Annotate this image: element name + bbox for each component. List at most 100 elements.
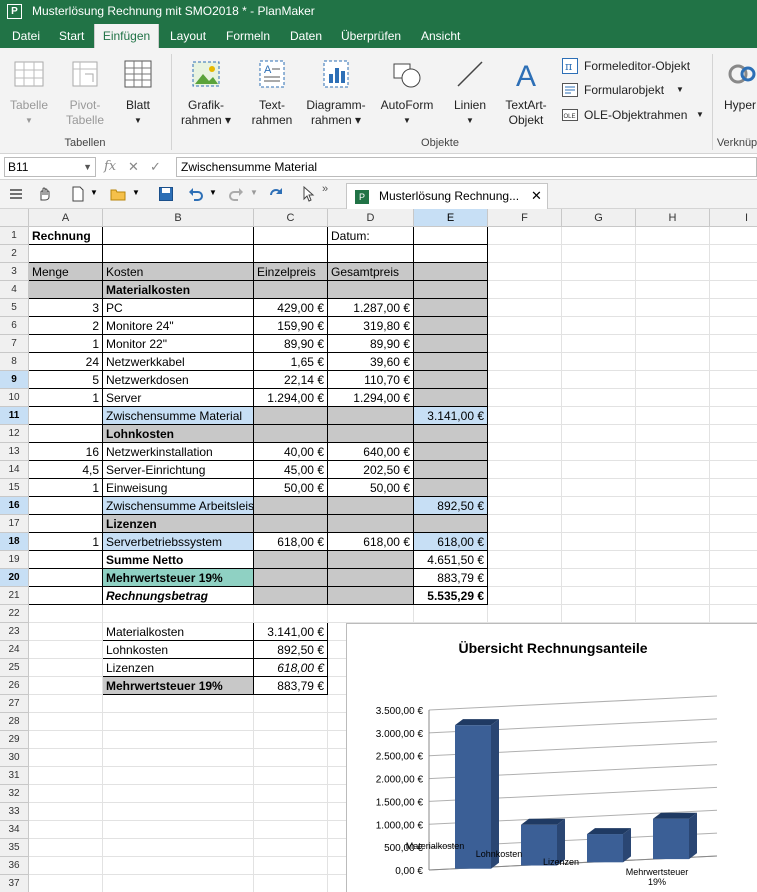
row-header[interactable]: 34 — [0, 821, 29, 839]
row-header[interactable]: 6 — [0, 317, 29, 335]
cell-f13[interactable] — [488, 443, 562, 461]
cell-f6[interactable] — [488, 317, 562, 335]
cancel-icon[interactable]: ✕ — [128, 157, 139, 177]
cell-c30[interactable] — [254, 749, 328, 767]
cell-i4[interactable] — [710, 281, 757, 299]
cell-b24[interactable]: Lohnkosten — [103, 641, 254, 659]
column-header-a[interactable]: A — [29, 209, 103, 227]
cell-a3[interactable]: Menge — [29, 263, 103, 281]
cell-a23[interactable] — [29, 623, 103, 641]
cell-i10[interactable] — [710, 389, 757, 407]
cell-g4[interactable] — [562, 281, 636, 299]
cell-g19[interactable] — [562, 551, 636, 569]
cell-g16[interactable] — [562, 497, 636, 515]
cell-i3[interactable] — [710, 263, 757, 281]
cell-g1[interactable] — [562, 227, 636, 245]
cell-c21[interactable] — [254, 587, 328, 605]
cell-b34[interactable] — [103, 821, 254, 839]
cell-a20[interactable] — [29, 569, 103, 587]
cell-g5[interactable] — [562, 299, 636, 317]
cell-c37[interactable] — [254, 875, 328, 892]
cell-g14[interactable] — [562, 461, 636, 479]
linien-button[interactable]: Linien ▼ — [446, 58, 494, 128]
cell-a18[interactable]: 1 — [29, 533, 103, 551]
cell-g8[interactable] — [562, 353, 636, 371]
cell-b13[interactable]: Netzwerkinstallation — [103, 443, 254, 461]
cell-b36[interactable] — [103, 857, 254, 875]
cell-b9[interactable]: Netzwerkdosen — [103, 371, 254, 389]
cell-e22[interactable] — [414, 605, 488, 623]
chart-object[interactable]: Übersicht Rechnungsanteile 0,00 €500,00 €… — [346, 623, 757, 892]
cell-h7[interactable] — [636, 335, 710, 353]
undo-icon[interactable] — [188, 186, 204, 202]
cell-f17[interactable] — [488, 515, 562, 533]
cell-g22[interactable] — [562, 605, 636, 623]
name-box[interactable]: B11 ▼ — [4, 157, 96, 177]
cell-d12[interactable] — [328, 425, 414, 443]
cell-b33[interactable] — [103, 803, 254, 821]
cell-d7[interactable]: 89,90 € — [328, 335, 414, 353]
cell-b22[interactable] — [103, 605, 254, 623]
cell-i7[interactable] — [710, 335, 757, 353]
formularobjekt-button[interactable]: Formularobjekt ▼ — [562, 81, 702, 99]
cell-e16[interactable]: 892,50 € — [414, 497, 488, 515]
row-header[interactable]: 23 — [0, 623, 29, 641]
cell-i14[interactable] — [710, 461, 757, 479]
cell-b8[interactable]: Netzwerkkabel — [103, 353, 254, 371]
cell-b4[interactable]: Materialkosten — [103, 281, 254, 299]
row-header[interactable]: 31 — [0, 767, 29, 785]
cell-f11[interactable] — [488, 407, 562, 425]
cell-e2[interactable] — [414, 245, 488, 263]
column-header-c[interactable]: C — [254, 209, 328, 227]
cell-c20[interactable] — [254, 569, 328, 587]
cell-b30[interactable] — [103, 749, 254, 767]
cell-c8[interactable]: 1,65 € — [254, 353, 328, 371]
cell-i5[interactable] — [710, 299, 757, 317]
cell-d15[interactable]: 50,00 € — [328, 479, 414, 497]
cell-f3[interactable] — [488, 263, 562, 281]
cell-d1[interactable]: Datum: — [328, 227, 414, 245]
diagrammrahmen-button[interactable]: Diagramm- rahmen ▾ — [304, 58, 368, 128]
menu-layout[interactable]: Layout — [168, 24, 208, 48]
cell-d10[interactable]: 1.294,00 € — [328, 389, 414, 407]
cell-c6[interactable]: 159,90 € — [254, 317, 328, 335]
cell-i20[interactable] — [710, 569, 757, 587]
row-header[interactable]: 21 — [0, 587, 29, 605]
cell-a26[interactable] — [29, 677, 103, 695]
row-header[interactable]: 37 — [0, 875, 29, 892]
cell-c27[interactable] — [254, 695, 328, 713]
cell-g17[interactable] — [562, 515, 636, 533]
cell-h6[interactable] — [636, 317, 710, 335]
cell-g6[interactable] — [562, 317, 636, 335]
cell-e3[interactable] — [414, 263, 488, 281]
column-header-b[interactable]: B — [103, 209, 254, 227]
menu-formeln[interactable]: Formeln — [224, 24, 272, 48]
cell-a5[interactable]: 3 — [29, 299, 103, 317]
cell-d4[interactable] — [328, 281, 414, 299]
cell-d8[interactable]: 39,60 € — [328, 353, 414, 371]
cell-i12[interactable] — [710, 425, 757, 443]
cell-d20[interactable] — [328, 569, 414, 587]
cell-e11[interactable]: 3.141,00 € — [414, 407, 488, 425]
cell-d22[interactable] — [328, 605, 414, 623]
menu-ansicht[interactable]: Ansicht — [419, 24, 462, 48]
cell-b6[interactable]: Monitore 24" — [103, 317, 254, 335]
cell-e1[interactable] — [414, 227, 488, 245]
cell-g7[interactable] — [562, 335, 636, 353]
cell-f1[interactable] — [488, 227, 562, 245]
formeleditor-button[interactable]: π Formeleditor-Objekt — [562, 57, 702, 75]
row-header[interactable]: 25 — [0, 659, 29, 677]
row-header[interactable]: 5 — [0, 299, 29, 317]
row-header[interactable]: 35 — [0, 839, 29, 857]
column-header-g[interactable]: G — [562, 209, 636, 227]
chevron-down-icon[interactable]: ▼ — [250, 188, 258, 197]
cell-d11[interactable] — [328, 407, 414, 425]
cell-c29[interactable] — [254, 731, 328, 749]
cell-b10[interactable]: Server — [103, 389, 254, 407]
cell-f21[interactable] — [488, 587, 562, 605]
cell-a9[interactable]: 5 — [29, 371, 103, 389]
cell-b18[interactable]: Serverbetriebssystem — [103, 533, 254, 551]
cell-d3[interactable]: Gesamtpreis — [328, 263, 414, 281]
cell-c15[interactable]: 50,00 € — [254, 479, 328, 497]
cell-i19[interactable] — [710, 551, 757, 569]
